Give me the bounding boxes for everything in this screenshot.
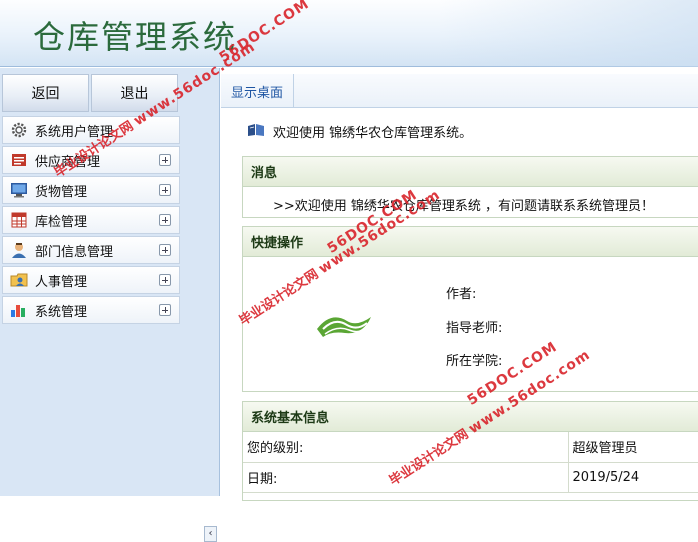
sidebar-item-system[interactable]: 系统管理 xyxy=(2,296,180,324)
sidebar: 返回 退出 系统用户管理 供应商管理 货物管理 库检管理 部门信息管理 人事管理… xyxy=(0,68,220,542)
sidebar-item-label: 货物管理 xyxy=(35,184,88,200)
back-button[interactable]: 返回 xyxy=(2,74,89,112)
system-info-panel: 系统基本信息 您的级别: 超级管理员 日期: 2019/5/24 xyxy=(242,401,698,501)
sidebar-item-departments[interactable]: 部门信息管理 xyxy=(2,236,180,264)
level-value: 超级管理员 xyxy=(567,432,698,463)
sidebar-item-suppliers[interactable]: 供应商管理 xyxy=(2,146,180,174)
sidebar-item-system-users[interactable]: 系统用户管理 xyxy=(2,116,180,144)
sidebar-buttons: 返回 退出 xyxy=(2,74,180,112)
teacher-label: 指导老师: xyxy=(446,321,503,336)
sidebar-collapse-button[interactable]: ‹ xyxy=(204,526,217,542)
tab-desktop[interactable]: 显示桌面 xyxy=(221,74,295,108)
monitor-icon xyxy=(9,181,29,199)
expand-plus-icon[interactable] xyxy=(159,274,171,286)
expand-plus-icon[interactable] xyxy=(159,304,171,316)
sidebar-item-label: 部门信息管理 xyxy=(35,244,114,260)
quick-operations-panel: 快捷操作 作者: 指导老师: 所在学院: xyxy=(242,226,698,392)
expand-plus-icon[interactable] xyxy=(159,244,171,256)
sidebar-item-label: 系统用户管理 xyxy=(35,124,114,140)
expand-plus-icon[interactable] xyxy=(159,184,171,196)
book-icon xyxy=(247,123,265,141)
sidebar-menu: 系统用户管理 供应商管理 货物管理 库检管理 部门信息管理 人事管理 系统管理 xyxy=(2,116,180,326)
grid-table-icon xyxy=(9,211,29,229)
welcome-line: 欢迎使用 锦绣华农仓库管理系统。 xyxy=(247,122,472,141)
quick-operations-title: 快捷操作 xyxy=(243,227,698,257)
bar-chart-icon xyxy=(9,301,29,319)
folder-user-icon xyxy=(9,271,29,289)
sidebar-item-label: 库检管理 xyxy=(35,214,88,230)
author-label: 作者: xyxy=(446,287,477,302)
table-row: 日期: 2019/5/24 xyxy=(243,462,698,493)
expand-plus-icon[interactable] xyxy=(159,214,171,226)
welcome-text: 欢迎使用 锦绣华农仓库管理系统。 xyxy=(273,126,473,141)
sidebar-item-goods[interactable]: 货物管理 xyxy=(2,176,180,204)
sidebar-item-label: 系统管理 xyxy=(35,304,88,320)
users-icon xyxy=(9,241,29,259)
supplier-book-icon xyxy=(9,151,29,169)
system-info-table: 您的级别: 超级管理员 日期: 2019/5/24 xyxy=(243,432,698,493)
main-content: 显示桌面 欢迎使用 锦绣华农仓库管理系统。 消息 >>欢迎使用 锦绣华农仓库管理… xyxy=(221,68,698,501)
header-decoration xyxy=(438,0,698,67)
app-title: 仓库管理系统 xyxy=(33,18,238,56)
school-logo-icon xyxy=(313,307,377,347)
sidebar-item-inventory-check[interactable]: 库检管理 xyxy=(2,206,180,234)
expand-plus-icon[interactable] xyxy=(159,154,171,166)
gear-icon xyxy=(9,121,29,139)
quick-operations-body: 作者: 指导老师: 所在学院: xyxy=(243,257,698,387)
sidebar-item-personnel[interactable]: 人事管理 xyxy=(2,266,180,294)
app-header: 仓库管理系统 xyxy=(0,0,698,67)
date-label: 日期: xyxy=(243,462,568,493)
messages-text: >>欢迎使用 锦绣华农仓库管理系统 ，有问题请联系系统管理员！ xyxy=(273,199,655,214)
tab-bar: 显示桌面 xyxy=(221,74,698,108)
system-info-title: 系统基本信息 xyxy=(243,402,698,432)
sidebar-item-label: 人事管理 xyxy=(35,274,88,290)
logout-button[interactable]: 退出 xyxy=(91,74,178,112)
messages-panel-title: 消息 xyxy=(243,157,698,187)
sidebar-item-label: 供应商管理 xyxy=(35,154,101,170)
level-label: 您的级别: xyxy=(243,432,568,463)
messages-panel: 消息 >>欢迎使用 锦绣华农仓库管理系统 ，有问题请联系系统管理员！ xyxy=(242,156,698,218)
school-label: 所在学院: xyxy=(446,354,503,369)
date-value: 2019/5/24 xyxy=(567,462,698,493)
table-row: 您的级别: 超级管理员 xyxy=(243,432,698,463)
